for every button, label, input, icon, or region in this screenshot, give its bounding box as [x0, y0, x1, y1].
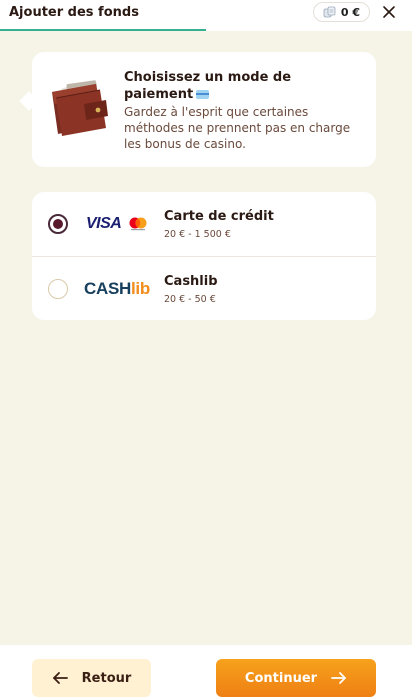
- radio-cashlib[interactable]: [48, 279, 68, 299]
- wallet-icon: [52, 80, 108, 136]
- cashlib-logo-text: CASHlib: [84, 279, 150, 299]
- method-range: 20 € - 50 €: [164, 294, 216, 305]
- info-text: Gardez à l'esprit que certaines méthodes…: [124, 105, 351, 151]
- credit-card-icon: [196, 90, 210, 99]
- close-icon: [383, 6, 395, 18]
- progress-bar: [0, 29, 412, 31]
- arrow-left-icon: [52, 672, 68, 684]
- continue-button-label: Continuer: [244, 670, 318, 686]
- method-range: 20 € - 1 500 €: [164, 229, 231, 240]
- arrow-right-icon: [331, 672, 346, 684]
- page-title: Ajouter des fonds: [9, 5, 139, 20]
- cashlib-logo-accent: lib: [130, 279, 150, 298]
- cashlib-logo: CASHlib: [84, 275, 154, 303]
- radio-credit-card[interactable]: [48, 214, 68, 234]
- balance-badge[interactable]: 0 €: [313, 2, 370, 22]
- method-name: Cashlib: [164, 274, 218, 289]
- info-title: Choisissez un mode de paiement: [124, 69, 364, 103]
- back-button[interactable]: Retour: [32, 659, 151, 697]
- visa-mastercard-logo: VISA: [84, 210, 154, 238]
- close-button[interactable]: [380, 3, 398, 21]
- method-name: Carte de crédit: [164, 209, 274, 224]
- back-button-label: Retour: [81, 670, 132, 686]
- payment-method-credit-card[interactable]: VISA Carte de crédit 20 € - 1 500 €: [32, 192, 376, 256]
- payment-method-cashlib[interactable]: CASHlib Cashlib 20 € - 50 €: [32, 257, 376, 320]
- progress-fill: [0, 29, 206, 31]
- mastercard-icon: [129, 217, 147, 231]
- cashlib-logo-main: CASH: [84, 279, 131, 298]
- payment-methods-list: VISA Carte de crédit 20 € - 1 500 € CASH…: [32, 192, 376, 320]
- coins-icon: [323, 6, 336, 18]
- balance-amount: 0 €: [340, 5, 361, 19]
- visa-logo-text: VISA: [86, 215, 122, 232]
- header: Ajouter des fonds 0 €: [0, 0, 412, 31]
- continue-button[interactable]: Continuer: [216, 659, 376, 697]
